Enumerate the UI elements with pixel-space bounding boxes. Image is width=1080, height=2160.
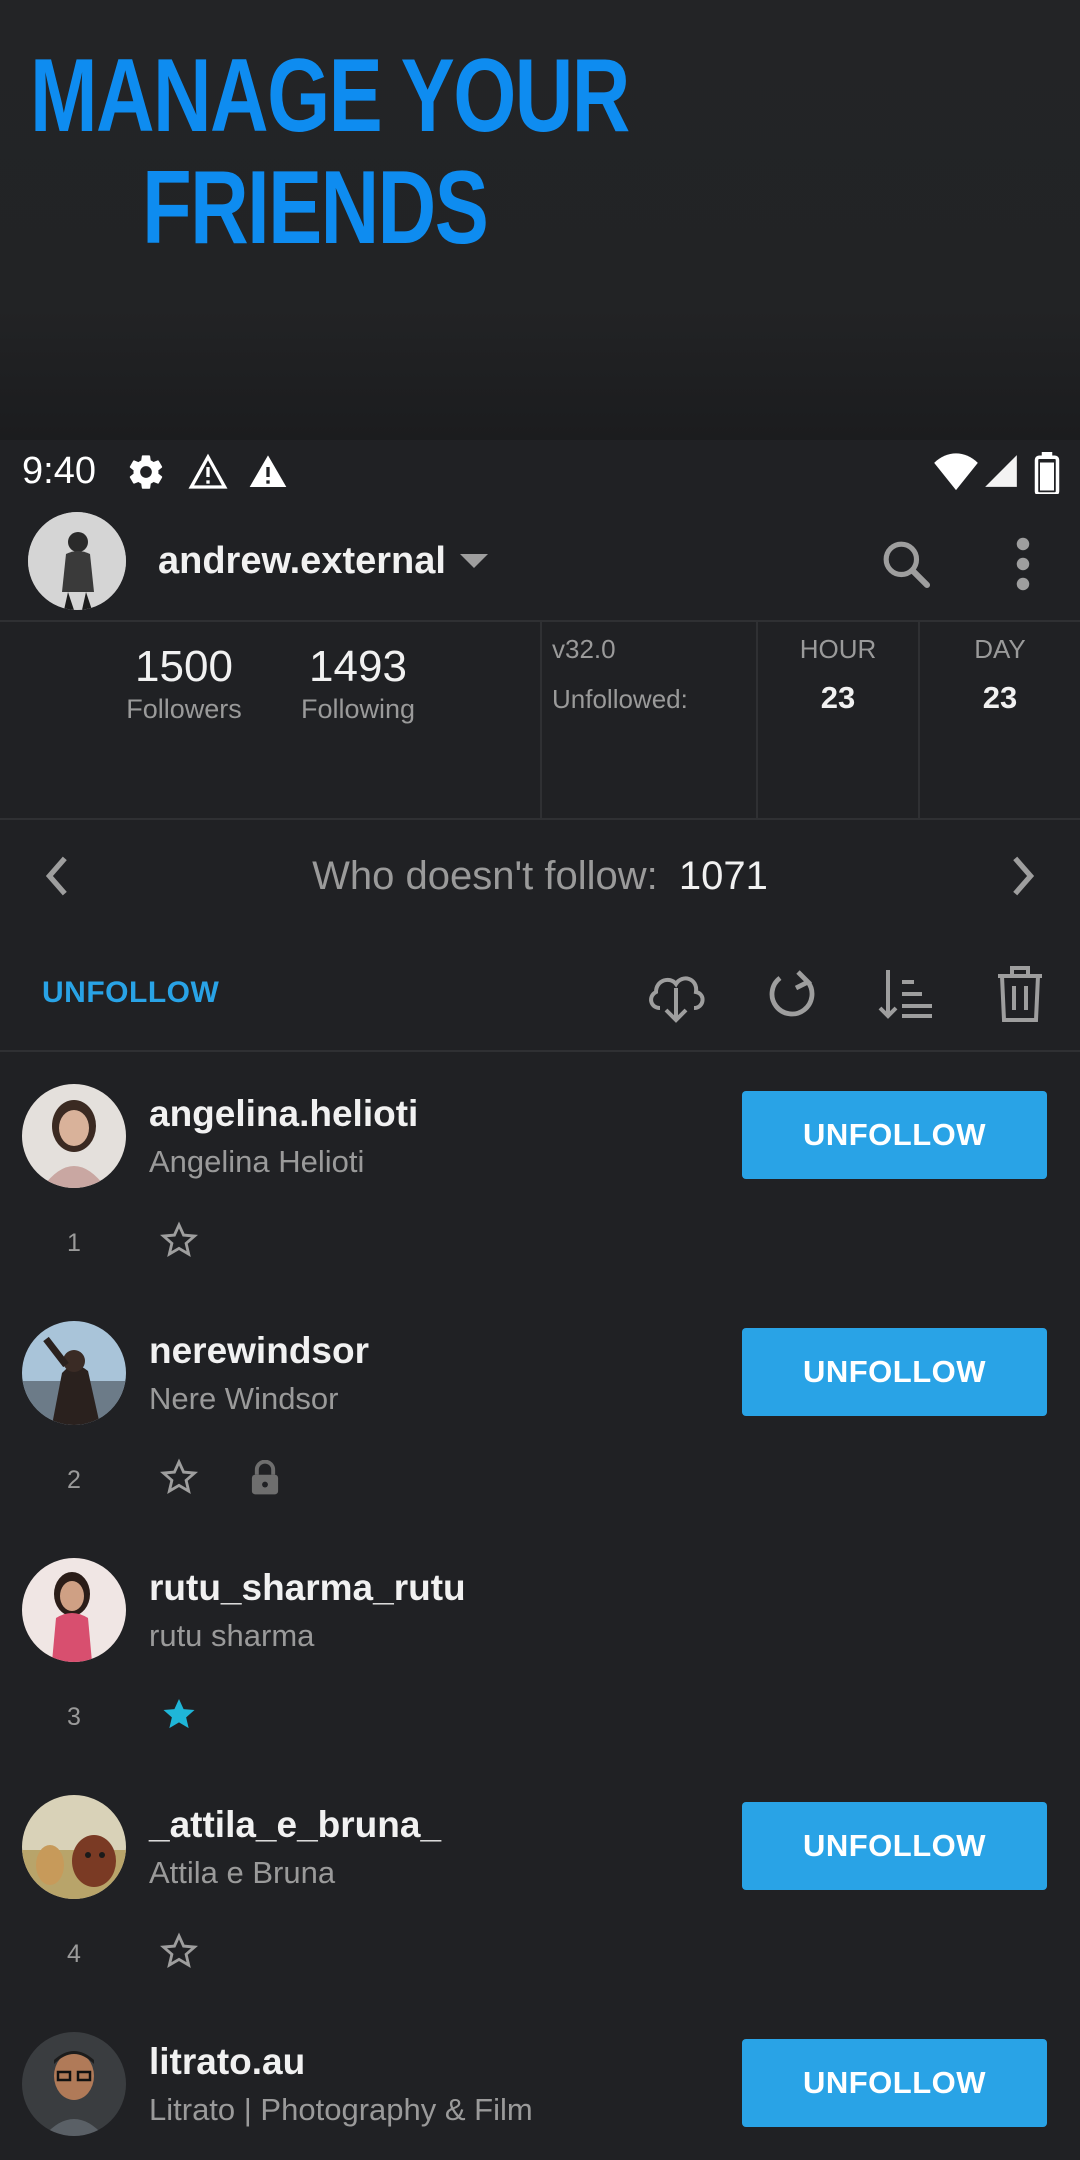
star-outline-icon[interactable] <box>160 1458 198 1496</box>
promo-title: MANAGE YOUR FRIENDS <box>30 38 630 266</box>
full-name: Attila e Bruna <box>149 1855 336 1890</box>
avatar-image <box>22 1321 126 1425</box>
promo-banner: MANAGE YOUR FRIENDS <box>0 0 1080 440</box>
battery-icon <box>1034 452 1060 494</box>
row-index: 4 <box>67 1940 81 1968</box>
username[interactable]: nerewindsor <box>149 1330 369 1372</box>
lock-icon <box>251 1460 279 1495</box>
more-options-icon[interactable] <box>1008 534 1038 594</box>
pager-count: 1071 <box>678 854 768 898</box>
list-pager: Who doesn't follow: 1071 <box>0 820 1080 934</box>
star-outline-icon[interactable] <box>160 1221 198 1259</box>
search-icon[interactable] <box>878 536 934 592</box>
account-avatar-image <box>28 512 126 610</box>
cloud-download-icon[interactable] <box>644 964 708 1024</box>
avatar-image <box>22 2032 126 2136</box>
unfollow-button[interactable]: UNFOLLOW <box>742 1091 1047 1179</box>
day-label: DAY <box>974 634 1026 664</box>
promo-title-line-1: MANAGE YOUR <box>30 38 630 154</box>
unfollow-button[interactable]: UNFOLLOW <box>742 1328 1047 1416</box>
username[interactable]: rutu_sharma_rutu <box>149 1567 466 1609</box>
following-label: Following <box>300 694 416 724</box>
trash-icon[interactable] <box>992 964 1048 1024</box>
unfollow-button[interactable]: UNFOLLOW <box>742 2039 1047 2127</box>
username[interactable]: angelina.helioti <box>149 1093 418 1135</box>
following-count[interactable]: 1493 <box>268 642 448 692</box>
action-toolbar: UNFOLLOW <box>0 934 1080 1052</box>
list-item[interactable]: rutu_sharma_rutu rutu sharma 3 <box>0 1541 1080 1778</box>
star-filled-icon[interactable] <box>160 1695 198 1733</box>
bulk-unfollow-button[interactable]: UNFOLLOW <box>42 976 219 1010</box>
promo-title-line-2: FRIENDS <box>142 150 489 266</box>
followers-count[interactable]: 1500 <box>94 642 274 692</box>
hour-label: HOUR <box>799 634 877 664</box>
signal-icon <box>985 455 1017 487</box>
sort-icon[interactable] <box>876 964 936 1024</box>
avatar-image <box>22 1084 126 1188</box>
day-value: 23 <box>982 680 1018 715</box>
chevron-right-icon[interactable] <box>1006 854 1042 898</box>
unfollowed-label: Unfollowed: <box>552 684 688 714</box>
stats-panel: 1500 Followers 1493 Following v32.0 Unfo… <box>0 622 1080 820</box>
username[interactable]: _attila_e_bruna_ <box>149 1804 441 1846</box>
account-avatar[interactable] <box>28 512 126 610</box>
status-bar: 9:40 <box>0 440 1080 506</box>
status-time: 9:40 <box>22 450 96 492</box>
row-index: 2 <box>67 1466 81 1494</box>
pager-label: Who doesn't follow: <box>312 854 658 898</box>
list-item[interactable]: litrato.au Litrato | Photography & Film … <box>0 2015 1080 2160</box>
warning-outline-icon <box>188 453 228 489</box>
avatar[interactable] <box>22 1558 126 1662</box>
avatar[interactable] <box>22 1795 126 1899</box>
full-name: Nere Windsor <box>149 1381 339 1416</box>
full-name: Litrato | Photography & Film <box>149 2092 533 2127</box>
wifi-icon <box>934 453 978 491</box>
list-item[interactable]: angelina.helioti Angelina Helioti UNFOLL… <box>0 1067 1080 1304</box>
avatar[interactable] <box>22 1084 126 1188</box>
refresh-icon[interactable] <box>762 964 822 1024</box>
avatar[interactable] <box>22 1321 126 1425</box>
avatar[interactable] <box>22 2032 126 2136</box>
account-dropdown-icon[interactable] <box>460 554 488 568</box>
followers-label: Followers <box>126 694 242 724</box>
hour-value: 23 <box>820 680 856 715</box>
unfollow-button[interactable]: UNFOLLOW <box>742 1802 1047 1890</box>
pager-title: Who doesn't follow: 1071 <box>0 854 1080 899</box>
row-index: 1 <box>67 1229 81 1257</box>
divider <box>540 622 542 820</box>
row-index: 3 <box>67 1703 81 1731</box>
account-name[interactable]: andrew.external <box>158 540 446 583</box>
warning-icon <box>249 455 287 487</box>
settings-icon <box>129 455 163 489</box>
avatar-image <box>22 1795 126 1899</box>
username[interactable]: litrato.au <box>149 2041 305 2083</box>
app-version: v32.0 <box>552 634 616 664</box>
star-outline-icon[interactable] <box>160 1932 198 1970</box>
list-item[interactable]: nerewindsor Nere Windsor UNFOLLOW 2 <box>0 1304 1080 1541</box>
full-name: Angelina Helioti <box>149 1144 365 1179</box>
list-item[interactable]: _attila_e_bruna_ Attila e Bruna UNFOLLOW… <box>0 1778 1080 2015</box>
app-bar: andrew.external <box>0 506 1080 622</box>
avatar-image <box>22 1558 126 1662</box>
full-name: rutu sharma <box>149 1618 315 1653</box>
